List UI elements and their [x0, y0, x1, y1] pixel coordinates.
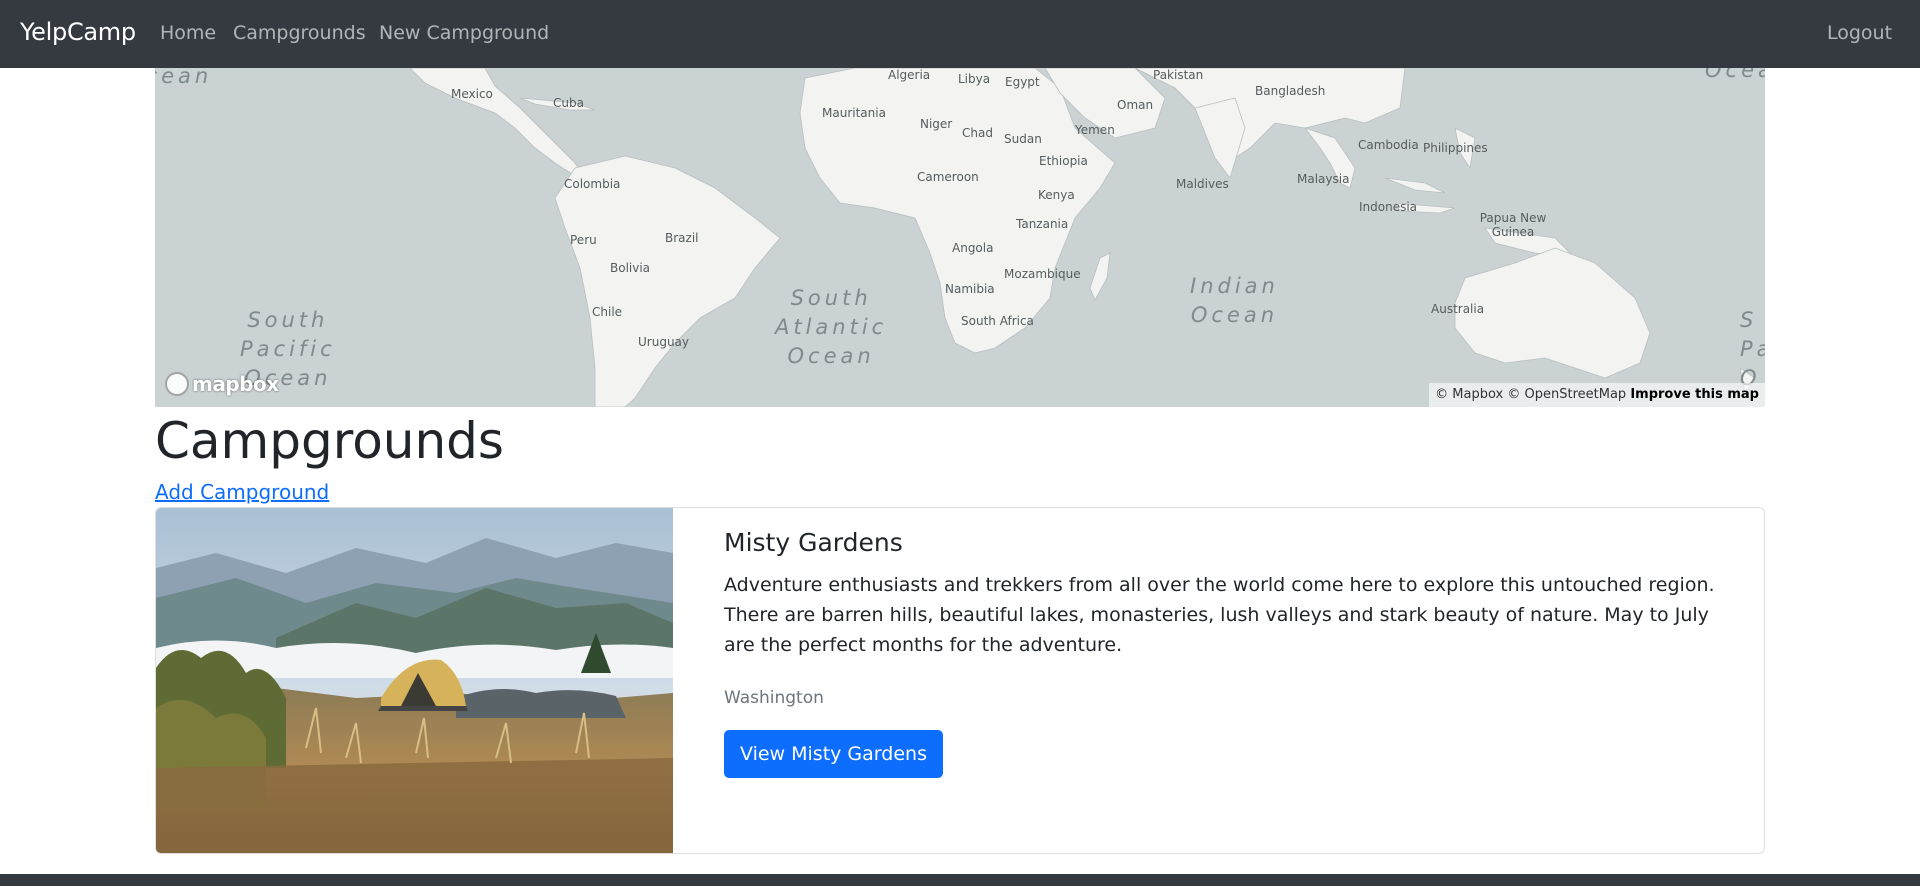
map-label-algeria: Algeria — [888, 68, 931, 82]
ocean-label-top-left: Ocean — [155, 68, 213, 88]
page-title: Campgrounds — [155, 412, 504, 470]
map-label-colombia: Colombia — [564, 177, 621, 191]
campground-card: Misty Gardens Adventure enthusiasts and … — [155, 507, 1765, 854]
map-label-brazil: Brazil — [665, 231, 699, 245]
map-label-australia: Australia — [1431, 302, 1485, 316]
map-label-south-africa: South Africa — [961, 314, 1034, 328]
map-label-chad: Chad — [962, 126, 993, 140]
nav-link-logout[interactable]: Logout — [1827, 22, 1892, 44]
map-attribution: © Mapbox © OpenStreetMap Improve this ma… — [1429, 383, 1765, 407]
attribution-osm-link[interactable]: © OpenStreetMap — [1507, 387, 1626, 402]
nav-link-new-campground[interactable]: New Campground — [379, 22, 549, 44]
map-label-bangladesh: Bangladesh — [1255, 84, 1326, 98]
map-label-yemen: Yemen — [1075, 123, 1115, 137]
map-label-angola: Angola — [952, 241, 994, 255]
campground-location: Washington — [724, 688, 824, 708]
map-label-indonesia: Indonesia — [1359, 200, 1418, 214]
nav-link-campgrounds[interactable]: Campgrounds — [233, 22, 366, 44]
nav-link-home[interactable]: Home — [160, 22, 216, 44]
map-label-cameroon: Cameroon — [917, 170, 979, 184]
map-label-mauritania: Mauritania — [822, 106, 886, 120]
attribution-mapbox-link[interactable]: © Mapbox — [1435, 387, 1503, 402]
map-label-uruguay: Uruguay — [638, 335, 689, 349]
campground-title: Misty Gardens — [724, 528, 903, 557]
view-campground-button[interactable]: View Misty Gardens — [724, 730, 943, 778]
ocean-label-south-pacific-right: S Pa O — [1740, 308, 1765, 390]
brand-link[interactable]: YelpCamp — [20, 18, 136, 46]
map-label-oman: Oman — [1117, 98, 1154, 112]
map-label-pakistan: Pakistan — [1153, 68, 1204, 82]
ocean-label-top-right: Ocean — [1705, 68, 1765, 82]
map-label-mozambique: Mozambique — [1004, 267, 1081, 281]
mapbox-logo-text: mapbox — [192, 372, 279, 396]
cluster-map[interactable]: Ocean Ocean South Pacific Ocean South At… — [155, 68, 1765, 407]
map-label-cuba: Cuba — [553, 96, 584, 110]
campground-card-body: Misty Gardens Adventure enthusiasts and … — [724, 528, 1744, 778]
map-label-maldives: Maldives — [1176, 177, 1229, 191]
map-label-cambodia: Cambodia — [1358, 138, 1419, 152]
footer — [0, 874, 1920, 886]
campground-description: Adventure enthusiasts and trekkers from … — [724, 574, 1715, 656]
improve-map-link[interactable]: Improve this map — [1630, 387, 1759, 402]
ocean-label-south-atlantic: South Atlantic Ocean — [775, 286, 888, 368]
map-label-egypt: Egypt — [1005, 75, 1040, 89]
mapbox-logo[interactable]: mapbox — [165, 370, 279, 398]
map-label-philippines: Philippines — [1423, 141, 1488, 155]
add-campground-link[interactable]: Add Campground — [155, 480, 329, 504]
map-label-namibia: Namibia — [945, 282, 995, 296]
map-label-peru: Peru — [570, 233, 597, 247]
ocean-label-indian: Indian Ocean — [1190, 274, 1279, 327]
map-label-niger: Niger — [920, 117, 953, 131]
navbar: YelpCamp Home Campgrounds New Campground… — [0, 0, 1920, 68]
map-label-sudan: Sudan — [1004, 132, 1042, 146]
map-label-bolivia: Bolivia — [610, 261, 651, 275]
map-label-malaysia: Malaysia — [1297, 172, 1350, 186]
map-label-chile: Chile — [592, 305, 623, 319]
map-label-kenya: Kenya — [1038, 188, 1075, 202]
mapbox-logo-icon — [165, 372, 189, 396]
campground-image — [156, 508, 673, 853]
map-label-ethiopia: Ethiopia — [1039, 154, 1088, 168]
map-label-mexico: Mexico — [451, 87, 493, 101]
map-label-libya: Libya — [958, 72, 991, 86]
map-label-tanzania: Tanzania — [1016, 217, 1069, 231]
map-label-papua-new-guinea: Papua New Guinea — [1479, 211, 1547, 239]
